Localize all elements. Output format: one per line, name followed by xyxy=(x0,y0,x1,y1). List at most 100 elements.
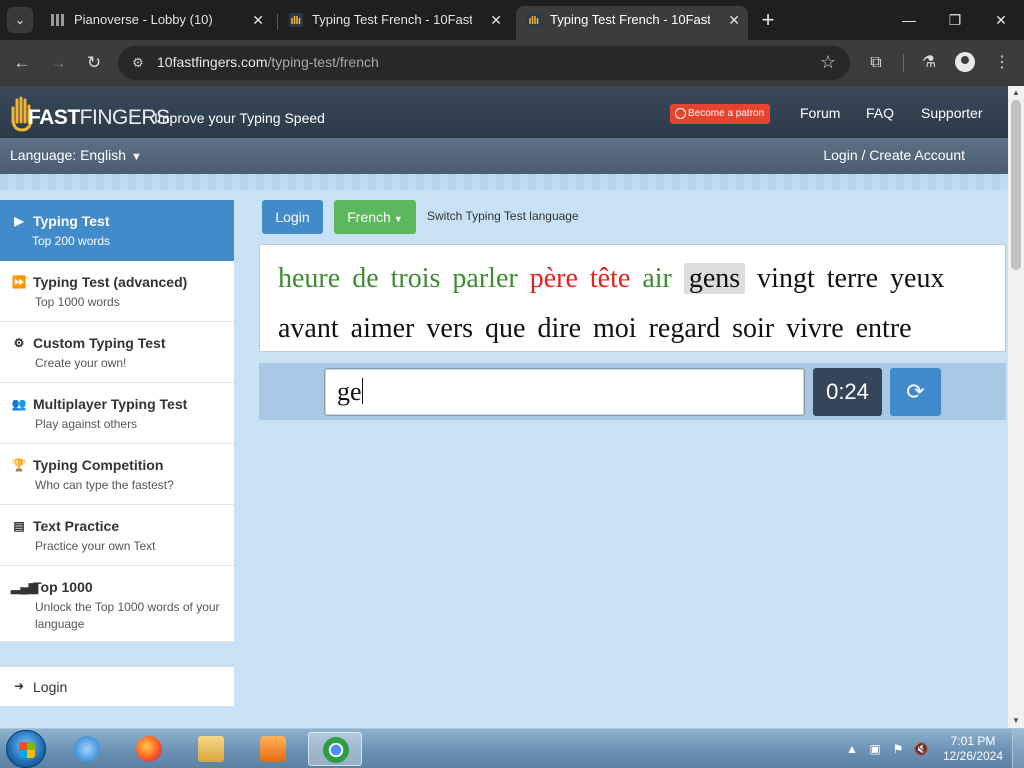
browser-tab-typing-test-1[interactable]: Typing Test French - 10FastFing ✕ xyxy=(278,6,510,40)
sidebar-item-custom-typing-test[interactable]: ⚙ Custom Typing Test Create your own! xyxy=(0,322,234,383)
new-tab-button[interactable]: + xyxy=(757,6,779,34)
puzzle-icon: ⧉ xyxy=(870,54,882,71)
start-button[interactable] xyxy=(6,730,46,768)
folder-icon xyxy=(198,736,224,762)
browser-tab-typing-test-active[interactable]: Typing Test French - 10FastFing ✕ xyxy=(516,6,748,40)
patron-label: Become a patron xyxy=(688,108,765,119)
word-pending: vivre xyxy=(786,313,844,344)
bookmark-star-icon[interactable]: ☆ xyxy=(820,52,836,73)
toolbar-divider xyxy=(903,54,904,72)
cogs-icon: ⚙ xyxy=(13,336,25,350)
sidebar-item-label: Custom Typing Test xyxy=(33,335,166,351)
login-create-account-link[interactable]: Login / Create Account xyxy=(823,147,965,163)
word-pending: avant xyxy=(278,313,339,344)
address-bar[interactable]: ⚙ 10fastfingers.com/typing-test/french ☆ xyxy=(118,46,850,80)
action-center-flag-icon[interactable]: ⚑ xyxy=(890,741,906,757)
restore-button[interactable]: ❐ xyxy=(935,6,975,34)
extensions-button[interactable]: ⧉ xyxy=(864,51,888,75)
tab-close-icon[interactable]: ✕ xyxy=(252,6,264,34)
internet-explorer-icon xyxy=(74,736,100,762)
sidebar-item-typing-test[interactable]: ▶ Typing Test Top 200 words xyxy=(0,200,234,261)
chrome-icon xyxy=(323,737,349,763)
back-button[interactable]: ← xyxy=(10,51,34,75)
10fastfingers-favicon-icon xyxy=(527,13,541,27)
sidebar-item-multiplayer[interactable]: 👥 Multiplayer Typing Test Play against ot… xyxy=(0,383,234,444)
language-selector[interactable]: Language: English ▼ xyxy=(10,147,142,163)
word-pending: aimer xyxy=(350,313,415,344)
word-pending: entre xyxy=(855,313,912,344)
url-host: 10fastfingers.com xyxy=(157,54,268,70)
close-window-button[interactable]: ✕ xyxy=(981,6,1021,34)
volume-muted-icon[interactable]: 🔇 xyxy=(913,741,929,757)
taskbar-file-explorer[interactable] xyxy=(184,732,238,766)
users-icon: 👥 xyxy=(11,397,27,411)
tray-expand-icon[interactable]: ▲ xyxy=(844,741,860,757)
word-pending: terre xyxy=(826,263,879,294)
sign-in-icon: ➜ xyxy=(13,679,25,693)
windows-logo-icon xyxy=(19,742,35,758)
nav-link-faq[interactable]: FAQ xyxy=(866,105,894,121)
word-current: gens xyxy=(683,263,746,294)
media-player-icon xyxy=(260,736,286,762)
sidebar-item-label: Top 1000 xyxy=(33,579,93,595)
play-icon: ▶ xyxy=(14,214,24,228)
sidebar-item-top-1000[interactable]: ▂▄▆ Top 1000 Unlock the Top 1000 words of… xyxy=(0,566,234,642)
patreon-icon xyxy=(675,108,686,119)
taskbar-internet-explorer[interactable] xyxy=(60,732,114,766)
menu-button[interactable]: ⋮ xyxy=(990,51,1014,75)
logo-fast: FAST xyxy=(28,106,80,129)
fast-forward-icon: ⏩ xyxy=(11,275,27,289)
trophy-icon: 🏆 xyxy=(11,458,27,472)
site-logo[interactable]: FASTFINGERS xyxy=(10,92,170,132)
browser-tab-pianoverse[interactable]: Pianoverse - Lobby (10) ✕ xyxy=(40,6,272,40)
sidebar-item-typing-competition[interactable]: 🏆 Typing Competition Who can type the fas… xyxy=(0,444,234,505)
switch-language-label: Switch Typing Test language xyxy=(427,209,579,223)
taskbar-firefox[interactable] xyxy=(122,732,176,766)
url-text[interactable]: 10fastfingers.com/typing-test/french xyxy=(157,54,379,70)
restart-test-button[interactable]: ⟳ xyxy=(890,368,941,416)
scrollbar-thumb[interactable] xyxy=(1011,100,1021,270)
logo-wordmark: FASTFINGERS xyxy=(28,106,170,130)
typing-input[interactable]: ge xyxy=(324,368,805,416)
labs-button[interactable]: ⚗ xyxy=(917,51,941,75)
forward-button[interactable]: → xyxy=(46,51,70,75)
site-info-icon[interactable]: ⚙ xyxy=(130,55,146,71)
scroll-down-icon[interactable]: ▼ xyxy=(1008,714,1024,728)
nav-link-supporter[interactable]: Supporter xyxy=(921,105,982,121)
show-desktop-button[interactable] xyxy=(1012,729,1024,768)
sidebar-menu: ▶ Typing Test Top 200 words ⏩ Typing Test … xyxy=(0,200,234,642)
document-icon: ▤ xyxy=(13,519,25,533)
become-patron-button[interactable]: Become a patron xyxy=(670,104,770,124)
minimize-button[interactable]: — xyxy=(889,6,929,34)
tab-search-button[interactable]: ⌄ xyxy=(7,7,33,33)
plus-icon: + xyxy=(761,7,775,32)
clock-time: 7:01 PM xyxy=(950,734,996,748)
sidebar-item-label: Typing Test (advanced) xyxy=(33,274,188,290)
sidebar-item-typing-test-advanced[interactable]: ⏩ Typing Test (advanced) Top 1000 words xyxy=(0,261,234,322)
reload-page-button[interactable]: ↻ xyxy=(82,51,106,75)
taskbar-chrome[interactable] xyxy=(308,732,362,766)
sidebar-item-text-practice[interactable]: ▤ Text Practice Practice your own Text xyxy=(0,505,234,566)
tab-close-icon[interactable]: ✕ xyxy=(728,6,740,34)
page-scrollbar[interactable]: ▲ ▼ xyxy=(1008,86,1024,728)
sidebar-item-sublabel: Top 1000 words xyxy=(35,295,120,309)
word-list: heure de trois parler père tête air gens… xyxy=(259,244,1006,352)
refresh-icon: ⟳ xyxy=(906,379,925,404)
language-dropdown-button[interactable]: French ▼ xyxy=(334,200,416,234)
nav-link-forum[interactable]: Forum xyxy=(800,105,840,121)
word-correct: trois xyxy=(390,263,441,294)
scroll-up-icon[interactable]: ▲ xyxy=(1008,86,1024,100)
sidebar-item-label: Typing Test xyxy=(33,213,110,229)
profile-avatar[interactable] xyxy=(955,52,975,72)
page-viewport: FASTFINGERS Improve your Typing Speed Be… xyxy=(0,86,1008,728)
login-button[interactable]: Login xyxy=(262,200,323,234)
pianoverse-favicon-icon xyxy=(51,14,64,26)
word-pending: regard xyxy=(648,313,721,344)
typing-input-row: ge 0:24 ⟳ xyxy=(259,363,1006,420)
taskbar-media-player[interactable] xyxy=(246,732,300,766)
system-clock[interactable]: 7:01 PM 12/26/2024 xyxy=(938,734,1008,764)
sidebar-login-button[interactable]: ➜ Login xyxy=(0,666,234,706)
network-icon[interactable]: ▣ xyxy=(867,741,883,757)
tab-close-icon[interactable]: ✕ xyxy=(490,6,502,34)
browser-tab-bar: ⌄ Pianoverse - Lobby (10) ✕ Typing Test … xyxy=(0,0,1024,40)
